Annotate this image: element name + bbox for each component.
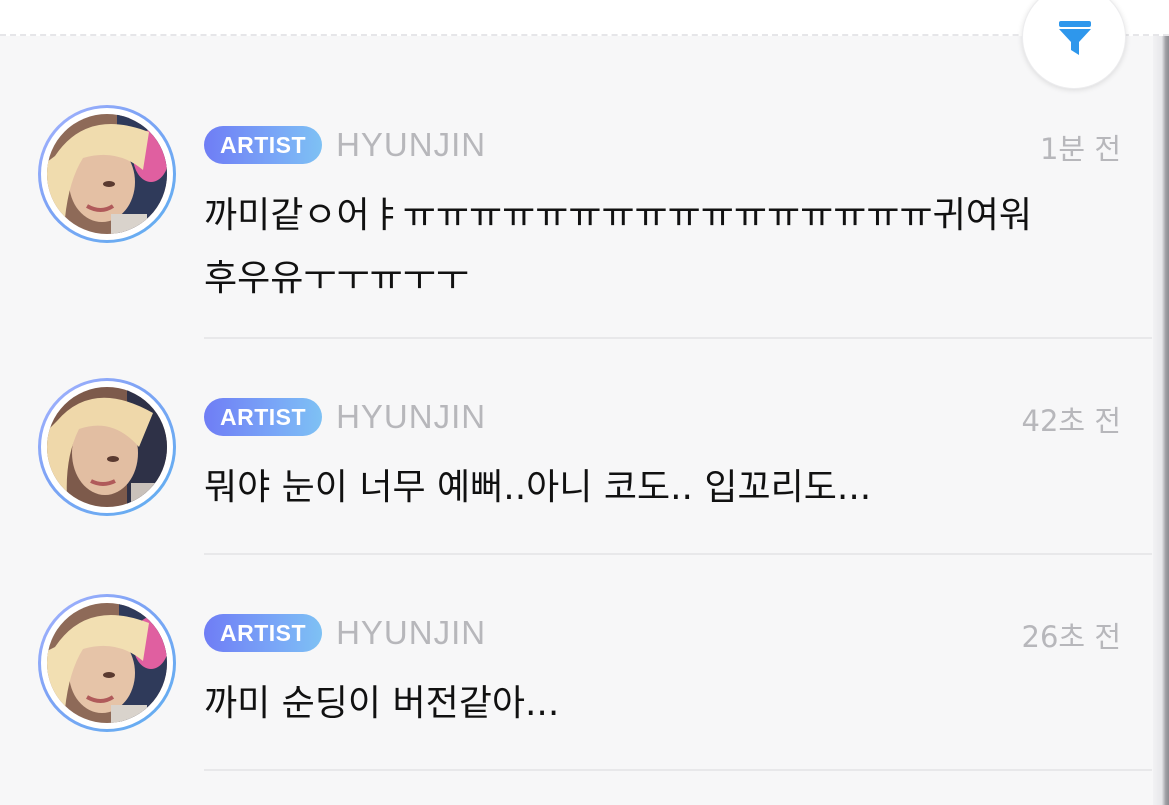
post-meta: ARTIST HYUNJIN <box>204 125 486 165</box>
comment-text: 뭐야 눈이 너무 예뻐..아니 코도.. 입꼬리도... <box>204 467 872 508</box>
filter-button[interactable] <box>1022 0 1126 89</box>
artist-badge: ARTIST <box>204 398 323 436</box>
avatar-photo <box>47 603 167 723</box>
post-meta: ARTIST HYUNJIN <box>204 613 486 653</box>
avatar[interactable] <box>38 105 176 243</box>
avatar[interactable] <box>38 378 176 516</box>
timestamp: 1분 전 <box>1039 132 1121 166</box>
avatar-photo <box>47 387 167 507</box>
post-meta: ARTIST HYUNJIN <box>204 397 486 437</box>
author-name[interactable]: HYUNJIN <box>336 614 486 652</box>
divider <box>204 769 1152 771</box>
top-bar <box>0 0 1169 36</box>
divider <box>204 337 1152 339</box>
avatar-photo <box>47 114 167 234</box>
comment-text: 까미같ㅇ어ㅑㅠㅠㅠㅠㅠㅠㅠㅠㅠㅠㅠㅠㅠㅠㅠㅠ귀여워 후우유ㅜㅜㅠㅜㅜ <box>204 195 1033 299</box>
author-name[interactable]: HYUNJIN <box>336 126 486 164</box>
timestamp: 26초 전 <box>1021 620 1121 654</box>
timestamp: 42초 전 <box>1021 404 1121 438</box>
scrollbar-edge <box>1153 36 1169 805</box>
comment-text: 까미 순딩이 버전같아... <box>204 683 560 724</box>
avatar[interactable] <box>38 594 176 732</box>
filter-funnel-icon <box>1059 21 1091 55</box>
divider <box>204 553 1152 555</box>
artist-badge: ARTIST <box>204 614 323 652</box>
artist-badge: ARTIST <box>204 126 323 164</box>
author-name[interactable]: HYUNJIN <box>336 398 486 436</box>
